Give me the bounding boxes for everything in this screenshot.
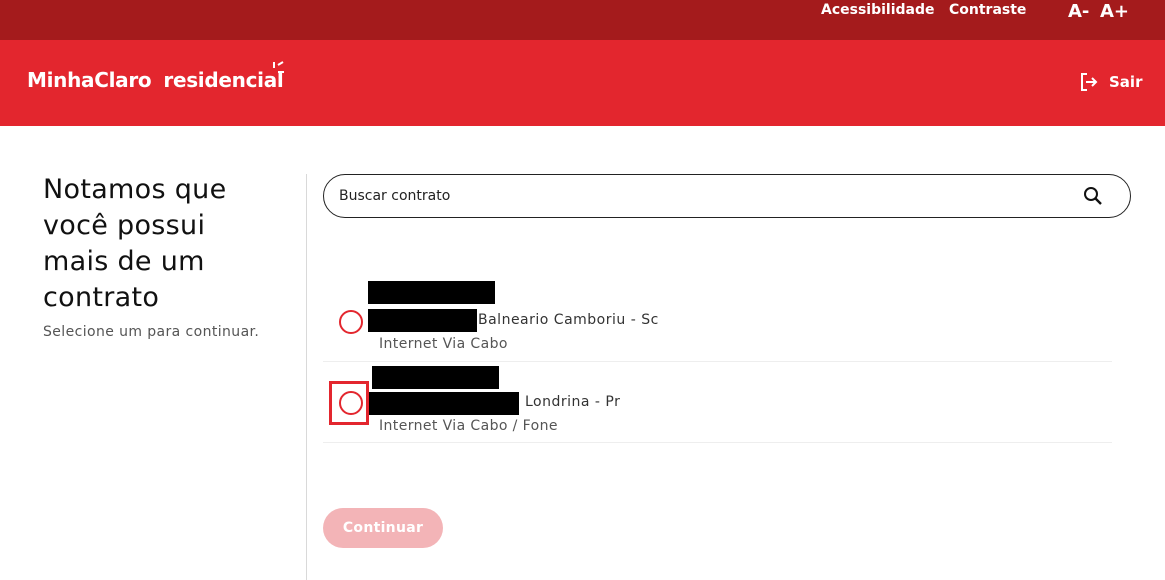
intro-panel: Notamos que você possui mais de um contr… xyxy=(43,172,273,340)
logout-label: Sair xyxy=(1109,73,1143,91)
contract-city: Balneario Camboriu - Sc xyxy=(478,312,659,328)
contract-radio[interactable] xyxy=(339,310,363,334)
logout-button[interactable]: Sair xyxy=(1079,72,1142,92)
minha-claro-residencial-logo[interactable]: MinhaClaro residencial xyxy=(27,61,285,92)
vertical-divider xyxy=(306,174,307,580)
search-input[interactable] xyxy=(339,185,1059,207)
logo-minhaclaro: MinhaClaro xyxy=(27,68,152,92)
search-box xyxy=(323,174,1131,218)
contract-city: Londrina - Pr xyxy=(525,394,621,410)
contract-option[interactable]: Balneario Camboriu - Sc Internet Via Cab… xyxy=(323,270,1112,362)
claro-rays-icon xyxy=(273,61,285,73)
site-header: MinhaClaro residencial Sair xyxy=(0,40,1165,126)
page-subtitle: Selecione um para continuar. xyxy=(43,324,260,340)
redacted-address xyxy=(368,392,519,415)
continue-button[interactable]: Continuar xyxy=(323,508,443,548)
logo-residencial: residencial xyxy=(163,68,284,92)
contract-option[interactable]: Londrina - Pr Internet Via Cabo / Fone xyxy=(323,363,1112,443)
redacted-contract-number xyxy=(368,281,495,304)
contract-service: Internet Via Cabo / Fone xyxy=(379,418,558,434)
font-decrease-button[interactable]: A- xyxy=(1068,1,1089,22)
accessibility-link[interactable]: Acessibilidade xyxy=(821,2,935,18)
font-increase-button[interactable]: A+ xyxy=(1100,1,1129,22)
logout-icon xyxy=(1081,73,1098,91)
contrast-link[interactable]: Contraste xyxy=(949,2,1026,18)
page-title: Notamos que você possui mais de um contr… xyxy=(43,174,227,313)
search-icon[interactable] xyxy=(1082,185,1104,207)
contract-service: Internet Via Cabo xyxy=(379,336,508,352)
redacted-contract-number xyxy=(372,366,499,389)
contract-radio[interactable] xyxy=(339,391,363,415)
redacted-address xyxy=(368,309,477,332)
accessibility-bar: Acessibilidade Contraste A- A+ xyxy=(0,0,1165,40)
